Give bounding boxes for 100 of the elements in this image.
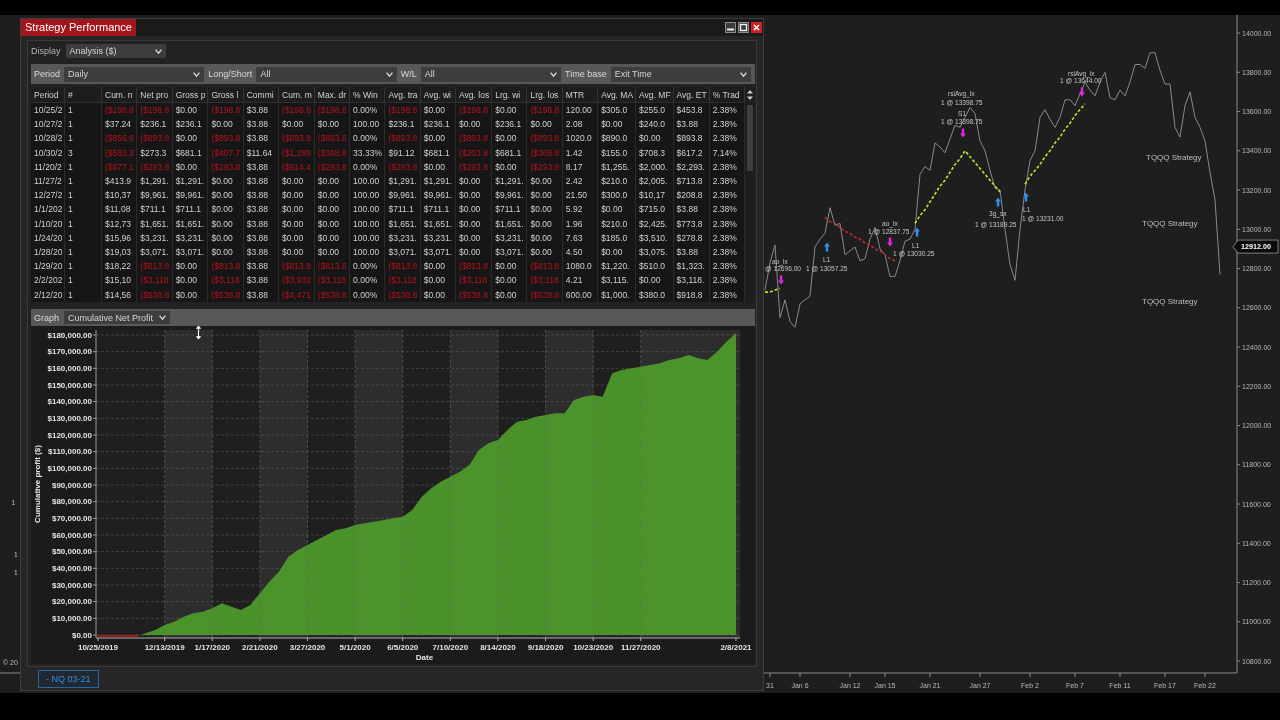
- table-cell: 1: [65, 188, 102, 203]
- down-arrow-icon: [887, 237, 893, 247]
- table-cell: $0.00: [314, 188, 351, 203]
- column-header[interactable]: Commi: [243, 87, 280, 103]
- close-icon[interactable]: [751, 22, 762, 33]
- column-header[interactable]: Avg. wi: [420, 87, 457, 103]
- column-header[interactable]: Avg. ET: [673, 87, 710, 103]
- table-cell: $1,291.: [420, 173, 457, 189]
- table-cell: $3.88: [243, 159, 280, 174]
- column-header[interactable]: Lrg. wi: [492, 87, 528, 103]
- table-cell: $3.88: [243, 202, 280, 217]
- table-cell: $0.00: [527, 244, 563, 260]
- table-cell: $1,000.: [598, 287, 637, 302]
- table-cell: $893.8: [673, 131, 710, 146]
- table-cell: $37.24: [102, 117, 138, 132]
- column-header[interactable]: Avg. tra: [385, 87, 421, 103]
- table-cell: ($813.8: [385, 259, 421, 274]
- table-cell: $11.64: [243, 145, 280, 160]
- column-header[interactable]: MTR: [562, 87, 599, 103]
- x-axis-label: 10/23/2020: [573, 643, 614, 652]
- table-cell: $9,961.: [172, 188, 209, 203]
- scrollbar[interactable]: [745, 87, 755, 302]
- table-cell: $0.00: [420, 159, 457, 174]
- filter-dropdown[interactable]: Daily: [64, 66, 205, 82]
- table-cell: $0.00: [456, 202, 493, 217]
- table-cell: $3.88: [243, 188, 280, 203]
- column-header[interactable]: Gross p: [172, 87, 209, 103]
- column-header[interactable]: Lrg. los: [527, 87, 563, 103]
- table-cell: $3.88: [243, 244, 280, 260]
- column-header[interactable]: Avg. MA: [598, 87, 637, 103]
- table-cell: $0.00: [492, 131, 528, 146]
- table-cell: ($813.8: [208, 259, 244, 274]
- table-cell: $1,651.: [172, 216, 209, 231]
- table-cell: ($893.8: [279, 131, 315, 146]
- filter-dropdown[interactable]: Exit Time: [610, 66, 751, 82]
- table-cell: 1: [65, 131, 102, 146]
- table-cell: 600.00: [562, 287, 599, 302]
- table-cell: 100.00: [350, 202, 386, 217]
- graph-dropdown[interactable]: Cumulative Net Profit: [64, 311, 171, 324]
- column-header[interactable]: Cum. m: [279, 87, 315, 103]
- minimize-icon[interactable]: [725, 22, 736, 33]
- table-cell: $681.1: [492, 145, 528, 160]
- chevron-down-icon: [550, 71, 557, 77]
- table-cell: ($3,932: [279, 273, 315, 288]
- table-cell: $0.00: [598, 244, 637, 260]
- table-cell: $681.1: [420, 145, 457, 160]
- table-cell: $236.1: [420, 117, 457, 132]
- table-cell: $0.00: [172, 287, 209, 302]
- table-cell: $9,961.: [385, 188, 421, 203]
- table-cell: $708.3: [636, 145, 674, 160]
- table-cell: $711.1: [137, 202, 173, 217]
- table-cell: ($813.8: [279, 259, 315, 274]
- table-cell: 1/29/20: [31, 259, 65, 274]
- column-header[interactable]: Max. dr: [314, 87, 351, 103]
- table-cell: $210.0: [598, 216, 637, 231]
- table-cell: 10/28/2: [31, 131, 65, 146]
- table-cell: $3.88: [243, 230, 280, 245]
- table-cell: ($583.3: [102, 145, 138, 160]
- table-cell: $0.00: [172, 259, 209, 274]
- column-header[interactable]: Period: [31, 87, 65, 103]
- column-header[interactable]: Avg. MF: [636, 87, 674, 103]
- scroll-arrows-icon[interactable]: [747, 90, 753, 100]
- y-axis-label: $180,000.00: [47, 330, 92, 340]
- maximize-icon[interactable]: [738, 22, 749, 33]
- table-cell: $0.00: [420, 131, 457, 146]
- table-cell: $890.0: [598, 131, 637, 146]
- table-cell: ($293.8: [137, 159, 173, 174]
- column-header[interactable]: % Trad: [709, 87, 745, 103]
- table-cell: $15,96: [102, 230, 138, 245]
- table-cell: $255.0: [636, 103, 674, 118]
- table-cell: $0.00: [636, 131, 674, 146]
- table-cell: $3,071.: [385, 244, 421, 260]
- table-cell: ($4,471: [279, 287, 315, 302]
- table-cell: $0.00: [527, 188, 563, 203]
- column-header[interactable]: Gross l: [208, 87, 244, 103]
- table-cell: $0.00: [492, 287, 528, 302]
- table-cell: $0.00: [208, 244, 244, 260]
- table-cell: 1: [65, 244, 102, 260]
- scrollbar-thumb[interactable]: [747, 105, 753, 171]
- table-cell: $3,231.: [137, 230, 173, 245]
- column-header[interactable]: Avg. los: [456, 87, 493, 103]
- table-cell: $3,231.: [385, 230, 421, 245]
- column-header[interactable]: #: [65, 87, 102, 103]
- table-cell: $1,323.: [673, 259, 710, 274]
- table-cell: $185.0: [598, 230, 637, 245]
- column-header[interactable]: % Win: [350, 87, 386, 103]
- display-dropdown[interactable]: Analysis ($): [65, 44, 166, 58]
- filter-dropdown[interactable]: All: [420, 66, 561, 82]
- table-cell: $12,73: [102, 216, 138, 231]
- table-cell: ($893.8: [208, 131, 244, 146]
- column-header[interactable]: Cum. n: [102, 87, 138, 103]
- table-cell: $0.00: [636, 273, 674, 288]
- table-cell: $0.00: [492, 273, 528, 288]
- table-cell: $3.88: [673, 244, 710, 260]
- table-cell: $0.00: [314, 216, 351, 231]
- y-axis-label: $10,000.00: [51, 614, 92, 624]
- instrument-tab[interactable]: - NQ 03-21: [38, 669, 99, 688]
- filter-dropdown[interactable]: All: [256, 66, 397, 82]
- column-header[interactable]: Net pro: [137, 87, 173, 103]
- table-cell: ($293.8: [456, 159, 493, 174]
